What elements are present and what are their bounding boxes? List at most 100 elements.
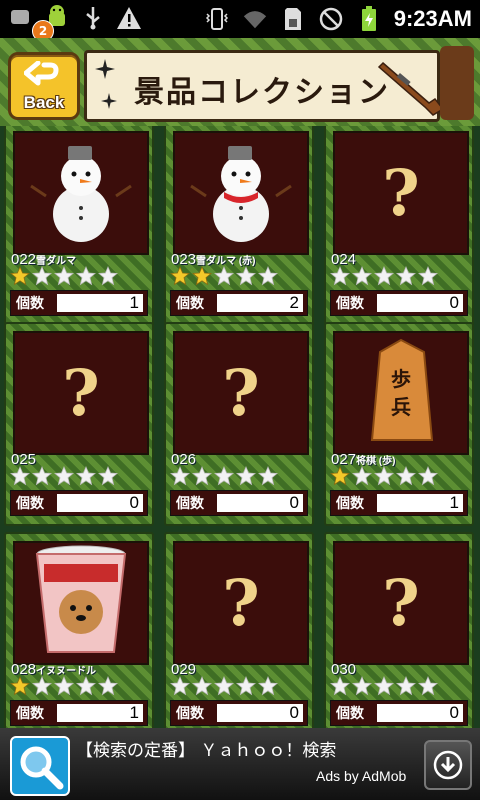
count-label: 個数 [336,496,364,512]
count-label: 個数 [16,296,44,312]
scroll-roll [440,46,474,120]
rarity-stars [330,676,438,696]
status-bar: 2 9:23AM [0,0,480,42]
star-filled-icon [330,466,350,486]
card-image: ? [333,131,469,255]
star-empty-icon [374,676,394,696]
star-empty-icon [32,466,52,486]
star-empty-icon [54,466,74,486]
back-button[interactable]: Back [8,52,80,120]
star-empty-icon [352,676,372,696]
question-mark-icon: ? [62,355,100,431]
star-empty-icon [54,676,74,696]
usb-icon [80,5,106,31]
rarity-stars [10,266,118,286]
snowman-icon [26,136,136,250]
count-value: 0 [217,704,303,722]
star-empty-icon [214,466,234,486]
download-button[interactable] [424,740,472,790]
ad-attribution: Ads by AdMob [316,768,407,784]
count-row: 個数 0 [170,700,308,726]
star-empty-icon [98,676,118,696]
count-value: 0 [377,294,463,312]
svg-text:歩: 歩 [391,367,411,391]
star-filled-icon [170,266,190,286]
star-empty-icon [236,266,256,286]
yahoo-search-icon [10,736,70,796]
back-arrow-icon [24,61,59,86]
star-empty-icon [258,466,278,486]
star-empty-icon [374,466,394,486]
star-empty-icon [236,676,256,696]
star-empty-icon [258,266,278,286]
star-empty-icon [32,266,52,286]
card-image: 歩 兵 [333,331,469,455]
collection-card[interactable]: ? 024 個数 0 [324,126,474,326]
rarity-stars [170,676,278,696]
star-empty-icon [170,676,190,696]
count-row: 個数 0 [170,490,308,516]
star-filled-icon [10,676,30,696]
collection-card[interactable]: 022雪ダルマ 個数 1 [4,126,154,326]
star-empty-icon [98,466,118,486]
battery-charging-icon [356,6,382,32]
collection-card[interactable]: ? 030 個数 0 [324,532,474,728]
rifle-icon [377,61,445,116]
star-empty-icon [352,266,372,286]
count-row: 個数 0 [10,490,148,516]
star-empty-icon [236,466,256,486]
notification-icon [8,5,34,31]
rarity-stars [10,466,118,486]
star-empty-icon [10,466,30,486]
count-value: 0 [217,494,303,512]
collection-grid: 022雪ダルマ 個数 1 023雪ダルマ (赤) 個数 2? 024 個数 0? 025 個数 0?… [0,126,480,728]
star-empty-icon [214,676,234,696]
card-image [13,541,149,665]
count-value: 0 [377,704,463,722]
collection-card[interactable]: ? 029 個数 0 [164,532,314,728]
collection-card[interactable]: 歩 兵 027将棋 (歩) 個数 1 [324,322,474,526]
star-filled-icon [192,266,212,286]
count-row: 個数 1 [10,290,148,316]
wifi-icon [242,6,268,32]
collection-card[interactable]: ? 026 個数 0 [164,322,314,526]
star-empty-icon [396,266,416,286]
rarity-stars [170,466,278,486]
count-label: 個数 [16,706,44,722]
rarity-stars [10,676,118,696]
star-empty-icon [76,676,96,696]
star-empty-icon [192,466,212,486]
sd-card-icon [280,6,306,32]
count-row: 個数 0 [330,700,468,726]
count-label: 個数 [176,296,204,312]
star-empty-icon [418,466,438,486]
title-banner: 景品コレクション [84,50,445,122]
count-label: 個数 [336,706,364,722]
ad-banner[interactable]: 【検索の定番】 Ｙａｈｏｏ！検索 Ads by AdMob [0,728,480,800]
star-empty-icon [418,266,438,286]
collection-card[interactable]: 023雪ダルマ (赤) 個数 2 [164,126,314,326]
count-value: 0 [57,494,143,512]
header-bar: Back 景品コレクション [0,38,480,126]
collection-card[interactable]: 028イヌヌードル 個数 1 [4,532,154,728]
card-image: ? [333,541,469,665]
star-empty-icon [32,676,52,696]
count-label: 個数 [336,296,364,312]
star-empty-icon [76,266,96,286]
star-empty-icon [54,266,74,286]
rarity-stars [170,266,278,286]
count-label: 個数 [176,706,204,722]
clock: 9:23AM [393,6,472,31]
card-image: ? [13,331,149,455]
star-empty-icon [214,266,234,286]
cup-noodle-icon [26,544,136,663]
shogi-piece-icon: 歩 兵 [366,336,436,450]
collection-card[interactable]: ? 025 個数 0 [4,322,154,526]
rarity-stars [330,266,438,286]
star-empty-icon [258,676,278,696]
question-mark-icon: ? [382,565,420,641]
count-row: 個数 1 [10,700,148,726]
snowman-red-scarf-icon [186,136,296,250]
svg-text:兵: 兵 [391,395,411,419]
star-empty-icon [396,676,416,696]
